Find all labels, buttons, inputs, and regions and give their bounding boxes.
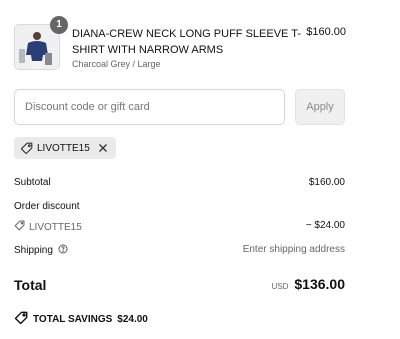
product-title: DIANA-CREW NECK LONG PUFF SLEEVE T-SHIRT…: [72, 28, 302, 56]
discount-code-text: LIVOTTE15: [29, 221, 82, 233]
subtotal-row: Subtotal $160.00: [14, 177, 345, 188]
quantity-badge: 1: [50, 16, 68, 34]
total-row: Total USD $136.00: [14, 276, 345, 296]
subtotal-value: $160.00: [308, 177, 345, 188]
shipping-row: Shipping Enter shipping address: [14, 244, 345, 257]
savings-label: TOTAL SAVINGS: [33, 314, 113, 325]
close-icon: [98, 144, 107, 152]
cart-line-item: 1 DIANA-CREW NECK LONG PUFF SLEEVE T-SHI…: [14, 16, 346, 72]
total-label: Total: [14, 277, 47, 293]
shipping-label: Shipping: [14, 245, 53, 256]
order-discount-label: Order discount: [14, 201, 80, 212]
currency-code: USD: [271, 282, 289, 291]
applied-discount-chip: LIVOTTE15: [14, 137, 116, 159]
product-price: $160.00: [306, 26, 346, 38]
subtotal-label: Subtotal: [14, 177, 51, 188]
apply-button[interactable]: Apply: [295, 89, 345, 125]
product-variant: Charcoal Grey / Large: [72, 59, 161, 69]
applied-discount-code: LIVOTTE15: [37, 142, 90, 154]
tag-icon: [14, 220, 25, 234]
discount-code-group: LIVOTTE15: [14, 220, 345, 234]
tag-icon: [20, 142, 33, 155]
remove-discount-button[interactable]: [98, 143, 108, 153]
product-image-wrapper: 1: [14, 16, 68, 70]
savings-value: $24.00: [117, 314, 148, 325]
total-savings: TOTAL SAVINGS $24.00: [14, 311, 148, 328]
help-circle-icon[interactable]: [58, 244, 68, 257]
discount-code-input[interactable]: [14, 89, 285, 125]
discount-amount: − $24.00: [305, 220, 345, 231]
tag-icon: [14, 311, 28, 328]
total-amount: $136.00: [294, 276, 345, 292]
shipping-value: Enter shipping address: [242, 244, 345, 255]
discount-code-row: LIVOTTE15 − $24.00: [14, 220, 345, 234]
order-discount-row: Order discount: [14, 201, 345, 212]
total-amount-group: USD $136.00: [272, 276, 346, 292]
